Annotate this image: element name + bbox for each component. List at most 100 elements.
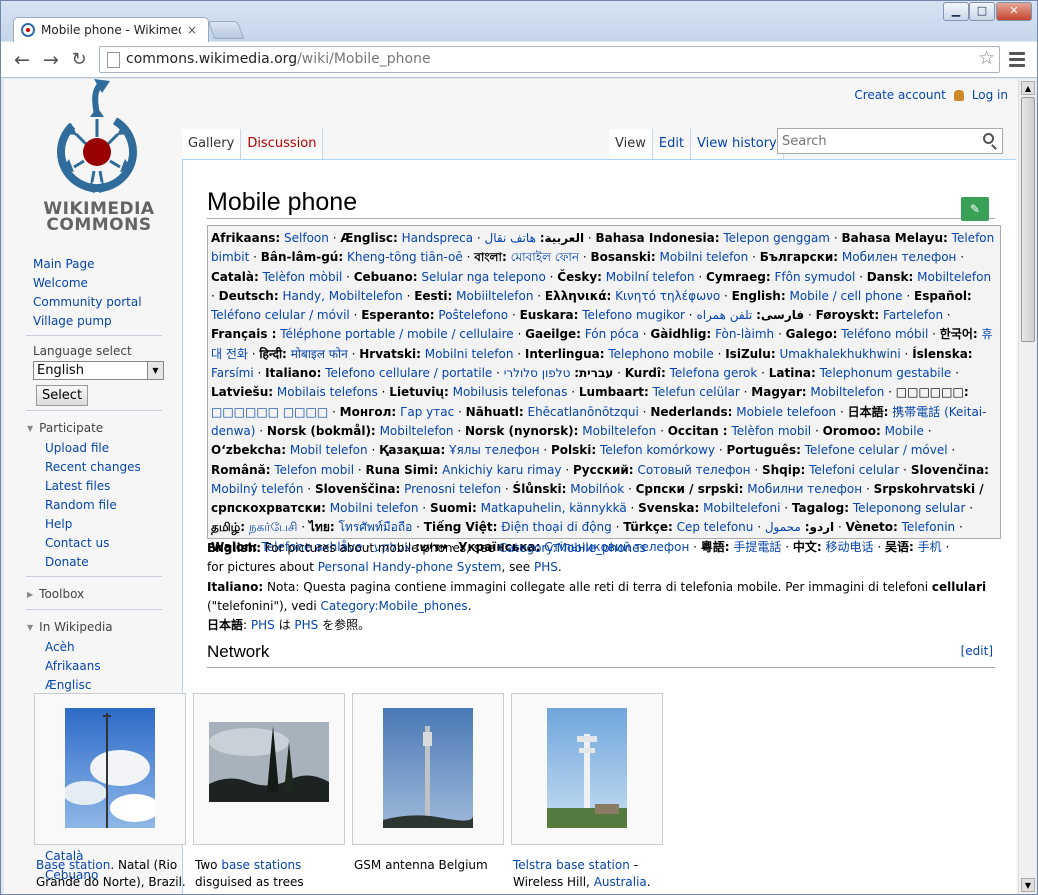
sidebar-item-contact-us[interactable]: Contact us [45, 534, 174, 553]
language-translation-link[interactable]: Prenosni telefon [404, 482, 501, 496]
base-station-natal-image[interactable] [65, 708, 155, 828]
sidebar-item-help[interactable]: Help [45, 515, 174, 534]
language-translation-link[interactable]: Poŝtelefono [438, 308, 508, 322]
language-translation-link[interactable]: मोबाइल फोन [291, 347, 348, 361]
language-translation-link[interactable]: Matkapuhelin, kännykkä [481, 501, 627, 515]
language-translation-link[interactable]: Telefon komórkowy [600, 443, 715, 457]
tab-view[interactable]: View [609, 129, 653, 159]
language-translation-link[interactable]: Umakhalekhukhwini [779, 347, 900, 361]
language-translation-link[interactable]: Telefona gerok [670, 366, 758, 380]
language-translation-link[interactable]: 手提電話 [733, 540, 781, 554]
chevron-down-icon[interactable]: ▼ [147, 362, 163, 379]
sidebar-item-upload-file[interactable]: Upload file [45, 439, 174, 458]
language-translation-link[interactable]: Mobilni telefon [425, 347, 514, 361]
reload-icon[interactable]: ↻ [68, 49, 90, 71]
language-translation-link[interactable]: Mobiltelefoni [703, 501, 780, 515]
language-translation-link[interactable]: Telefon mobil [274, 463, 354, 477]
tab-gallery[interactable]: Gallery [182, 129, 242, 159]
search-input[interactable] [778, 129, 968, 153]
language-translation-link[interactable]: Teleponong selular [853, 501, 966, 515]
language-translation-link[interactable]: Selular nga telepono [421, 270, 545, 284]
language-translation-link[interactable]: Téléphone portable / mobile / cellulaire [280, 327, 513, 341]
language-translation-link[interactable]: Handy, Mobiltelefon [282, 289, 402, 303]
language-translation-link[interactable]: Fartelefon [883, 308, 943, 322]
phs-link-ja-1[interactable]: PHS [251, 618, 275, 632]
language-translation-link[interactable]: Mobiiltelefon [456, 289, 533, 303]
language-translation-link[interactable]: Mobiltelefon [380, 424, 454, 438]
language-translation-link[interactable]: Telefun celülar [653, 385, 740, 399]
gallery-thumb[interactable] [193, 693, 345, 845]
create-account-link[interactable]: Create account [854, 88, 946, 102]
language-translation-link[interactable]: Ehēcatlanōnōtzqui [527, 405, 638, 419]
search-icon[interactable] [983, 133, 994, 144]
sidebar-item-recent-changes[interactable]: Recent changes [45, 458, 174, 477]
language-translation-link[interactable]: محمول [765, 520, 801, 534]
maximize-button[interactable]: □ [969, 2, 995, 21]
language-translation-link[interactable]: Telèfon mòbil [263, 270, 343, 284]
language-translation-link[interactable]: Mobilni telefon [660, 250, 749, 264]
browser-tab[interactable]: Mobile phone - Wikimedia Cor × [13, 17, 209, 42]
caption-link[interactable]: Australia [594, 875, 647, 889]
sidebar-item-community-portal[interactable]: Community portal [4, 293, 174, 312]
language-translation-link[interactable]: Mobilni telefon [330, 501, 419, 515]
tab-edit[interactable]: Edit [652, 129, 692, 159]
sidebar-item-village-pump[interactable]: Village pump [4, 312, 174, 331]
language-translation-link[interactable]: Handspreca [402, 231, 473, 245]
language-translation-link[interactable]: Мобилни телефон [747, 482, 862, 496]
address-bar[interactable]: commons.wikimedia.org/wiki/Mobile_phone … [99, 46, 1000, 73]
language-translation-link[interactable]: โทรศัพท์มือถือ [338, 520, 412, 534]
language-translation-link[interactable]: 移动电话 [826, 540, 874, 554]
language-translation-link[interactable]: মোবাইল ফোন [511, 250, 579, 264]
language-translation-link[interactable]: Mobilní telefon [606, 270, 695, 284]
language-translation-link[interactable]: Teléfono celular / móvil [211, 308, 350, 322]
language-translation-link[interactable]: Cep telefonu [677, 520, 754, 534]
tab-view-history[interactable]: View history [691, 129, 784, 159]
language-translation-link[interactable]: Мобилен телефон [842, 250, 956, 264]
language-translation-link[interactable]: טלפון סלולרי [504, 366, 571, 380]
sidebar-item-random-file[interactable]: Random file [45, 496, 174, 515]
language-translation-link[interactable]: Mobilńok [570, 482, 624, 496]
phs-system-link[interactable]: Personal Handy-phone System [318, 560, 502, 574]
language-translation-link[interactable]: Mobile / cell phone [789, 289, 902, 303]
url-text[interactable]: commons.wikimedia.org/wiki/Mobile_phone [126, 51, 431, 67]
language-translation-link[interactable]: Κινητό τηλέφωνο [615, 289, 720, 303]
language-translation-link[interactable]: Гар утас [400, 405, 454, 419]
caption-link[interactable]: Base station [36, 858, 110, 872]
telstra-base-station-image[interactable] [547, 708, 627, 828]
language-translation-link[interactable]: 手机 [918, 540, 942, 554]
sidebar-item-wikipedia-language[interactable]: Afrikaans [45, 657, 174, 676]
new-tab-button[interactable] [207, 21, 245, 39]
language-translation-link[interactable]: Telefone celular / móvel [805, 443, 948, 457]
language-translation-link[interactable]: Telepon genggam [723, 231, 830, 245]
chrome-menu-icon[interactable] [1009, 52, 1025, 70]
language-translation-link[interactable]: Ұялы телефон [449, 443, 539, 457]
language-translation-link[interactable]: Mobil telefon [290, 443, 368, 457]
language-dropdown[interactable]: English ▼ [33, 361, 164, 380]
language-translation-link[interactable]: Điện thoại di động [501, 520, 612, 534]
participate-section-toggle[interactable]: ▼ Participate [4, 417, 174, 439]
toolbox-section-toggle[interactable]: ▶ Toolbox [4, 583, 174, 605]
language-translation-link[interactable]: Mobiltelefon [582, 424, 656, 438]
language-translation-link[interactable]: Mobilusis telefonas [453, 385, 568, 399]
language-translation-link[interactable]: Telefonin [902, 520, 956, 534]
language-translation-link[interactable]: Selfoon [284, 231, 329, 245]
language-translation-link[interactable]: Mobilais telefons [277, 385, 378, 399]
phs-link-ja-2[interactable]: PHS [294, 618, 318, 632]
base-stations-trees-image[interactable] [209, 722, 329, 802]
caption-link[interactable]: Telstra [513, 858, 552, 872]
language-translation-link[interactable]: Fòn-làimh [715, 327, 774, 341]
vertical-scrollbar[interactable]: ▲ ▼ [1018, 79, 1036, 894]
language-translation-link[interactable]: Mobile [885, 424, 924, 438]
tab-discussion[interactable]: Discussion [241, 129, 324, 159]
language-translation-link[interactable]: Teléfono móbil [841, 327, 928, 341]
scrollbar-thumb[interactable] [1021, 97, 1035, 342]
gsm-antenna-belgium-image[interactable] [383, 708, 473, 828]
language-translation-link[interactable]: تلفن همراه [696, 308, 752, 322]
edit-pencil-icon[interactable]: ✎ [961, 197, 989, 221]
sidebar-item-wikipedia-language[interactable]: Acèh [45, 638, 174, 657]
section-edit-link[interactable]: [edit] [961, 644, 993, 658]
language-translation-link[interactable]: هاتف نقال [485, 231, 536, 245]
language-translation-link[interactable]: Mobilný telefón [211, 482, 303, 496]
language-translation-link[interactable]: Mobiele telefoon [736, 405, 836, 419]
language-translation-link[interactable]: Ankichiy karu rimay [442, 463, 561, 477]
